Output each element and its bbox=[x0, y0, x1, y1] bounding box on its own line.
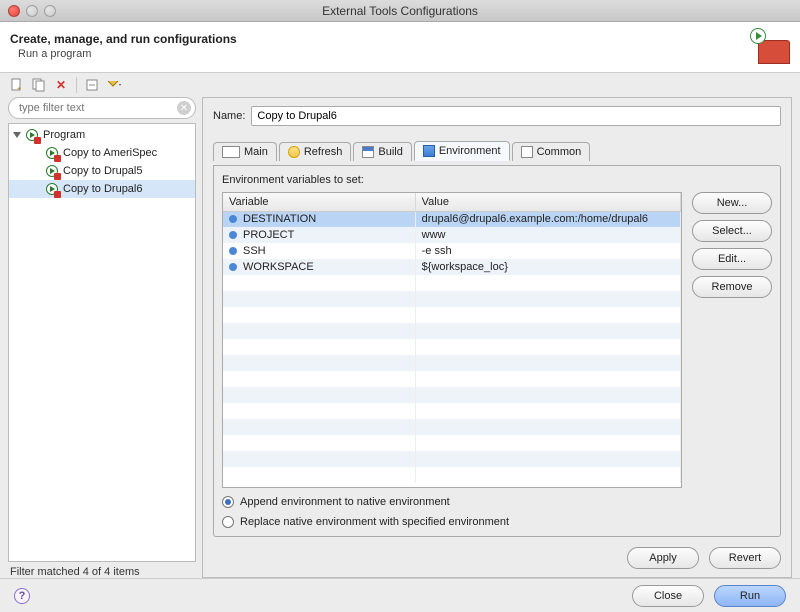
tree-item[interactable]: Copy to AmeriSpec bbox=[9, 144, 195, 162]
program-icon bbox=[45, 182, 59, 196]
tree-item-label: Copy to Drupal5 bbox=[63, 165, 143, 177]
table-row[interactable]: DESTINATIONdrupal6@drupal6.example.com:/… bbox=[223, 211, 681, 227]
col-variable[interactable]: Variable bbox=[223, 193, 415, 211]
tab-environment[interactable]: Environment bbox=[414, 141, 510, 161]
table-row[interactable] bbox=[223, 323, 681, 339]
disclosure-triangle-icon[interactable] bbox=[13, 132, 21, 138]
window-title: External Tools Configurations bbox=[0, 4, 800, 18]
table-row[interactable] bbox=[223, 403, 681, 419]
program-icon bbox=[45, 164, 59, 178]
delete-config-icon[interactable]: ✕ bbox=[52, 76, 70, 94]
filter-status: Filter matched 4 of 4 items bbox=[8, 562, 196, 578]
radio-replace-label: Replace native environment with specifie… bbox=[240, 516, 509, 528]
revert-button[interactable]: Revert bbox=[709, 547, 781, 569]
tree-item-selected[interactable]: Copy to Drupal6 bbox=[9, 180, 195, 198]
tab-common[interactable]: Common bbox=[512, 142, 591, 161]
table-row[interactable] bbox=[223, 307, 681, 323]
radio-append[interactable] bbox=[222, 496, 234, 508]
env-var-icon bbox=[229, 263, 237, 271]
table-row[interactable] bbox=[223, 451, 681, 467]
radio-replace-row[interactable]: Replace native environment with specifie… bbox=[222, 516, 772, 528]
program-icon bbox=[45, 146, 59, 160]
window-titlebar: External Tools Configurations bbox=[0, 0, 800, 22]
table-row[interactable] bbox=[223, 355, 681, 371]
tree-item-label: Copy to AmeriSpec bbox=[63, 147, 157, 159]
name-input[interactable] bbox=[251, 106, 781, 126]
table-row[interactable] bbox=[223, 387, 681, 403]
table-row[interactable] bbox=[223, 435, 681, 451]
filter-input[interactable] bbox=[8, 97, 196, 119]
env-var-icon bbox=[229, 215, 237, 223]
filter-clear-icon[interactable]: ✕ bbox=[177, 101, 191, 115]
env-var-icon bbox=[229, 247, 237, 255]
help-icon[interactable]: ? bbox=[14, 588, 30, 604]
close-button[interactable]: Close bbox=[632, 585, 704, 607]
new-config-icon[interactable]: + bbox=[8, 76, 26, 94]
radio-append-label: Append environment to native environment bbox=[240, 496, 450, 508]
main-tab-icon bbox=[222, 146, 240, 158]
table-row[interactable]: WORKSPACE${workspace_loc} bbox=[223, 259, 681, 275]
table-row[interactable] bbox=[223, 291, 681, 307]
collapse-all-icon[interactable] bbox=[83, 76, 101, 94]
radio-append-row[interactable]: Append environment to native environment bbox=[222, 496, 772, 508]
radio-replace[interactable] bbox=[222, 516, 234, 528]
tree-item[interactable]: Copy to Drupal5 bbox=[9, 162, 195, 180]
table-row[interactable] bbox=[223, 467, 681, 483]
run-button[interactable]: Run bbox=[714, 585, 786, 607]
duplicate-config-icon[interactable] bbox=[30, 76, 48, 94]
footer: ? Close Run bbox=[0, 578, 800, 612]
program-icon bbox=[25, 128, 39, 142]
header-subheading: Run a program bbox=[18, 48, 237, 60]
col-value[interactable]: Value bbox=[415, 193, 680, 211]
sidebar-toolbar: + ✕ bbox=[0, 73, 800, 97]
tab-build[interactable]: Build bbox=[353, 142, 411, 161]
environment-tab-icon bbox=[423, 145, 435, 157]
new-button[interactable]: New... bbox=[692, 192, 772, 214]
refresh-tab-icon bbox=[288, 146, 300, 158]
table-row[interactable] bbox=[223, 275, 681, 291]
filter-dropdown-icon[interactable] bbox=[105, 76, 123, 94]
svg-text:+: + bbox=[17, 86, 21, 92]
name-label: Name: bbox=[213, 110, 245, 122]
header: Create, manage, and run configurations R… bbox=[0, 22, 800, 73]
edit-button[interactable]: Edit... bbox=[692, 248, 772, 270]
details-panel: Name: Main Refresh Build Environment Com… bbox=[202, 97, 792, 578]
tabs: Main Refresh Build Environment Common bbox=[213, 134, 781, 160]
tab-refresh[interactable]: Refresh bbox=[279, 142, 352, 161]
table-row[interactable] bbox=[223, 339, 681, 355]
tree-root-label: Program bbox=[43, 129, 85, 141]
env-table[interactable]: Variable Value DESTINATIONdrupal6@drupal… bbox=[222, 192, 682, 488]
common-tab-icon bbox=[521, 146, 533, 158]
sidebar: ✕ Program Copy to AmeriSpec Copy to Drup… bbox=[8, 97, 196, 578]
tree-root-program[interactable]: Program bbox=[9, 126, 195, 144]
env-caption: Environment variables to set: bbox=[222, 174, 772, 186]
table-row[interactable] bbox=[223, 419, 681, 435]
tab-main[interactable]: Main bbox=[213, 142, 277, 161]
config-tree[interactable]: Program Copy to AmeriSpec Copy to Drupal… bbox=[8, 123, 196, 562]
toolbox-icon bbox=[750, 28, 790, 64]
select-button[interactable]: Select... bbox=[692, 220, 772, 242]
tree-item-label: Copy to Drupal6 bbox=[63, 183, 143, 195]
table-row[interactable]: SSH-e ssh bbox=[223, 243, 681, 259]
header-heading: Create, manage, and run configurations bbox=[10, 32, 237, 46]
env-var-icon bbox=[229, 231, 237, 239]
remove-button[interactable]: Remove bbox=[692, 276, 772, 298]
table-row[interactable] bbox=[223, 371, 681, 387]
build-tab-icon bbox=[362, 146, 374, 158]
table-row[interactable]: PROJECTwww bbox=[223, 227, 681, 243]
tab-body-environment: Environment variables to set: Variable V… bbox=[213, 165, 781, 537]
apply-button[interactable]: Apply bbox=[627, 547, 699, 569]
